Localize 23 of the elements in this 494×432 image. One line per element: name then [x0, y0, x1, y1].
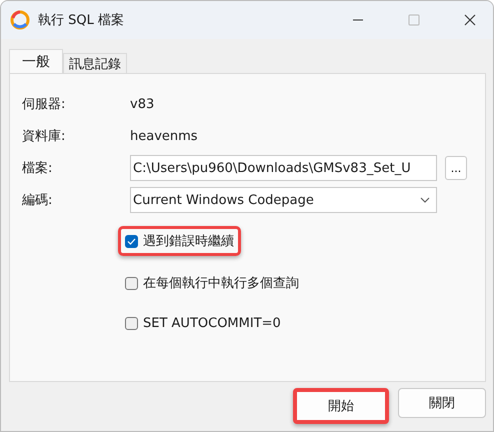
field-label: 伺服器:: [22, 96, 66, 113]
chevron-down-icon[interactable]: [420, 197, 430, 203]
encoding-dropdown[interactable]: Current Windows Codepage: [130, 187, 437, 213]
field-value: v83: [130, 96, 154, 112]
tab[interactable]: 訊息記錄: [63, 53, 127, 73]
browse-button[interactable]: ...: [445, 156, 467, 180]
checkbox-label[interactable]: 在每個執行中執行多個查詢: [143, 274, 299, 292]
dialog-button[interactable]: 關閉: [398, 388, 486, 418]
file-path-field[interactable]: C:\Users\pu960\Downloads\GMSv83_Set_U: [130, 155, 437, 181]
checkbox[interactable]: [125, 234, 138, 248]
checkbox[interactable]: [125, 317, 138, 330]
checkbox[interactable]: [125, 276, 138, 290]
close-icon[interactable]: [464, 14, 476, 26]
tab[interactable]: 一般: [9, 49, 63, 73]
checkbox-label[interactable]: 遇到錯誤時繼續: [143, 232, 234, 250]
field-label: 檔案:: [22, 160, 54, 177]
field-label: 編碼:: [22, 192, 54, 209]
checkbox-label[interactable]: SET AUTOCOMMIT=0: [143, 316, 281, 331]
field-value: heavenms: [130, 128, 198, 144]
app-logo-icon: [10, 10, 30, 30]
dialog-button[interactable]: 開始: [293, 388, 389, 424]
field-label: 資料庫:: [22, 128, 66, 145]
window-title: 執行 SQL 檔案: [38, 12, 125, 29]
